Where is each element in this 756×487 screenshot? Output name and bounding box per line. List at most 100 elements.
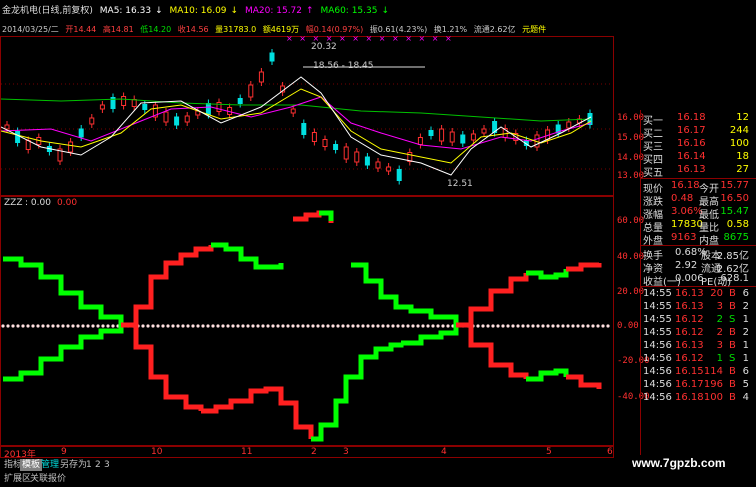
zero-dot [526,324,530,328]
tick-price: 16.12 [675,353,704,364]
tick-time: 14:56 [643,379,672,390]
stat-value: 8675 [723,232,749,243]
indicator-step-line [566,262,602,272]
zero-dot [276,324,280,328]
stat-value: 9163 [671,232,697,243]
tick-time: 14:56 [643,392,672,403]
order-vol: 27 [736,164,749,175]
zero-dot [16,324,20,328]
candle [142,104,148,110]
zero-dot [291,324,295,328]
zero-dot [236,324,240,328]
tick-vol: 2 [716,327,723,338]
zero-dot [101,324,105,328]
zero-dot [146,324,150,328]
zero-dot [176,324,180,328]
candle [131,99,137,107]
ma10-label: MA10: 16.09 [169,6,227,16]
candle [78,128,84,138]
ma5-label: MA5: 16.33 [99,6,152,16]
bar-float: 流通2.62亿 [473,25,516,34]
zero-dot [261,324,265,328]
zero-dot [531,324,535,328]
low-annotation: 12.51 [447,179,473,189]
candle [449,131,455,143]
zero-dot [441,324,445,328]
zero-dot [411,324,415,328]
order-price: 16.14 [677,151,706,162]
candle [396,169,402,181]
bar-low: 低14.20 [140,25,172,34]
zero-dot [286,324,290,328]
x-label-4: 2 [311,447,317,457]
zero-dot [36,324,40,328]
zero-dot [436,324,440,328]
zero-dot [21,324,25,328]
tab-3[interactable]: 3 [102,459,112,471]
tick-list[interactable]: 14:55 16.13 20 B 6 14:55 16.13 3 B 2 14:55 16.12 2 S 1… [641,287,756,407]
candle [428,130,434,136]
stat-value: 16.18 [671,180,700,191]
order-book: 买一 16.18 12 买二 16.17 244 买三 16.16 100 买四 16.14 18 买五… [641,110,756,179]
zero-dot [421,324,425,328]
zero-dot [446,324,450,328]
tick-count: 1 [742,314,749,325]
zero-dot [11,324,15,328]
zero-dot [86,324,90,328]
bar-open: 开14.44 [65,25,97,34]
zero-dot [536,324,540,328]
price-chart-panel[interactable]: 20.32 18.56 - 18.45 12.51 × × × × × × × … [0,34,614,196]
tick-price: 16.12 [675,327,704,338]
zero-dot [71,324,75,328]
x-label-6: 4 [441,447,447,457]
zero-dot [251,324,255,328]
zero-dot [516,324,520,328]
high-annotation: 20.32 [311,42,337,52]
zero-dot [396,324,400,328]
order-book-row: 买四 16.14 18 [641,151,749,166]
zero-dot [406,324,410,328]
zero-dot [401,324,405,328]
stat2-value: 2.92 [675,260,698,271]
tick-time: 14:55 [643,288,672,299]
order-price: 16.16 [677,138,706,149]
tab-linked-quote[interactable]: 关联报价 [28,473,68,485]
candle [163,111,169,123]
candle [470,133,476,141]
zero-dot [486,324,490,328]
stat2-row: 净资 2.92 流通 2.62亿 [641,260,749,275]
candle [364,156,370,166]
zero-dot [6,324,10,328]
candle [481,128,487,134]
indicator-step-line [3,256,124,325]
candle [343,146,349,160]
stat-value: 16.50 [720,193,749,204]
zero-dot [341,324,345,328]
indicator-value: : 0.00 [25,198,51,208]
candle [205,103,211,115]
bar-amplitude: 振0.61(4.23%) [369,25,428,34]
tick-count: 5 [742,379,749,390]
x-label-3: 11 [241,447,253,457]
zero-dot [226,324,230,328]
zero-dot [221,324,225,328]
stat-value: 3.06% [671,206,703,217]
zero-dot [31,324,35,328]
candle [4,124,10,130]
zero-dot [541,324,545,328]
zero-dot [581,324,585,328]
indicator-step-line [201,386,314,439]
zero-dot [501,324,505,328]
order-price: 16.13 [677,164,706,175]
stat-value: 0.48 [671,193,694,204]
tick-side: B [729,301,736,312]
zero-dot [491,324,495,328]
zero-dot [211,324,215,328]
zero-dot [41,324,45,328]
order-vol: 100 [729,138,749,149]
x-label-7: 5 [546,447,552,457]
zero-dot [96,324,100,328]
indicator-panel[interactable]: ZZZ : 0.00 0.00 [0,196,614,446]
zero-dot [336,324,340,328]
indicator-step-line [351,262,459,325]
